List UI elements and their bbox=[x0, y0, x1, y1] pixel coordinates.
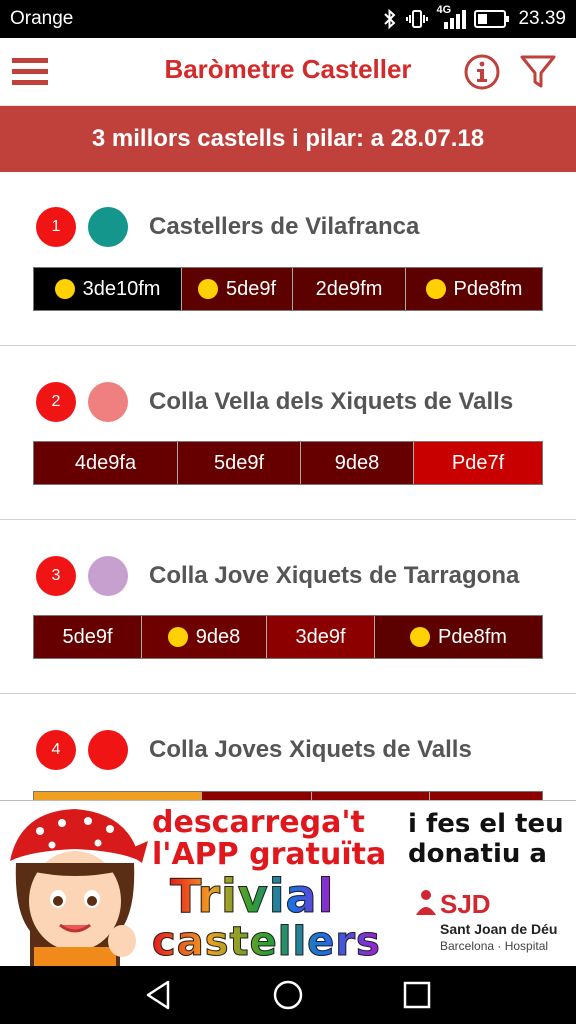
castell-tile[interactable]: 9de8 bbox=[301, 442, 414, 484]
recents-icon bbox=[403, 981, 431, 1009]
castell-tile[interactable]: 4de9fa bbox=[34, 442, 178, 484]
home-icon bbox=[273, 980, 303, 1010]
achievement-dot-icon bbox=[197, 279, 218, 299]
ranking-banner: 3 millors castells i pilar: a 28.07.18 bbox=[0, 106, 576, 172]
castells-row: 5de9f 9de8 3de9f Pde8fm bbox=[33, 615, 543, 659]
info-icon bbox=[464, 54, 500, 90]
ad-banner[interactable]: descarrega't l'APP gratuïta Trivial cast… bbox=[0, 800, 576, 966]
castell-label: 5de9f bbox=[225, 277, 277, 300]
back-button[interactable] bbox=[142, 978, 176, 1012]
team-name[interactable]: Castellers de Vilafranca bbox=[149, 213, 419, 241]
ad-product-1: Trivial bbox=[169, 869, 335, 924]
team-name[interactable]: Colla Jove Xiquets de Tarragona bbox=[149, 562, 519, 590]
sjd-emblem-icon bbox=[416, 890, 436, 915]
castell-label: Pde8fm bbox=[438, 625, 507, 648]
castell-label: 5de9f bbox=[213, 451, 265, 474]
castell-label: Pde8fm bbox=[453, 277, 523, 300]
castell-tile[interactable] bbox=[312, 792, 430, 800]
achievement-dot-icon bbox=[410, 627, 431, 647]
castell-label: 3de9f bbox=[295, 625, 346, 648]
info-button[interactable] bbox=[462, 52, 502, 92]
ad-headline-2: l'APP gratuïta bbox=[152, 837, 387, 872]
castell-tile[interactable]: 9de8 bbox=[142, 616, 267, 658]
signal-icon bbox=[444, 10, 467, 29]
status-bar: Orange 4G 23.39 bbox=[0, 0, 576, 38]
sjd-logo: SJD bbox=[440, 889, 491, 919]
team-name[interactable]: Colla Vella dels Xiquets de Valls bbox=[149, 388, 513, 416]
carrier-label: Orange bbox=[10, 8, 74, 29]
back-icon bbox=[146, 980, 170, 1010]
castell-tile[interactable]: Pde8fm bbox=[406, 268, 542, 310]
ad-headline-1: descarrega't bbox=[152, 805, 365, 840]
rank-badge: 4 bbox=[36, 730, 76, 770]
status-icons: 4G 23.39 bbox=[382, 4, 566, 30]
home-button[interactable] bbox=[271, 978, 305, 1012]
castell-label: 9de8 bbox=[195, 625, 241, 648]
castell-tile[interactable]: 2de9fm bbox=[293, 268, 406, 310]
castells-row bbox=[33, 791, 543, 800]
ranking-list[interactable]: 1 Castellers de Vilafranca 3de10fm 5de9f… bbox=[0, 172, 576, 800]
team-entry[interactable]: 3 Colla Jove Xiquets de Tarragona 5de9f … bbox=[0, 520, 576, 694]
team-entry[interactable]: 1 Castellers de Vilafranca 3de10fm 5de9f… bbox=[0, 172, 576, 346]
castell-tile[interactable]: Pde8fm bbox=[375, 616, 542, 658]
castell-label: 5de9f bbox=[62, 625, 113, 648]
castell-label: 3de10fm bbox=[82, 277, 161, 300]
team-color-dot bbox=[88, 382, 128, 422]
achievement-dot-icon bbox=[425, 279, 446, 299]
castell-label: 4de9fa bbox=[74, 451, 137, 474]
team-entry[interactable]: 4 Colla Joves Xiquets de Valls bbox=[0, 694, 576, 800]
vibrate-icon bbox=[406, 10, 429, 28]
sjd-org-name: Sant Joan de Déu bbox=[440, 921, 558, 937]
rank-badge: 2 bbox=[36, 382, 76, 422]
clock: 23.39 bbox=[518, 8, 566, 29]
menu-icon bbox=[12, 58, 48, 85]
castells-row: 4de9fa 5de9f 9de8 Pde7f bbox=[33, 441, 543, 485]
mascot-girl-icon bbox=[10, 809, 148, 966]
castell-tile[interactable]: 5de9f bbox=[178, 442, 301, 484]
team-color-dot bbox=[88, 207, 128, 247]
castell-tile[interactable]: 5de9f bbox=[182, 268, 293, 310]
rank-badge: 3 bbox=[36, 556, 76, 596]
sjd-org-sub: Barcelona · Hospital bbox=[440, 939, 549, 953]
castell-tile[interactable]: 3de9f bbox=[267, 616, 375, 658]
team-entry[interactable]: 2 Colla Vella dels Xiquets de Valls 4de9… bbox=[0, 346, 576, 520]
team-name[interactable]: Colla Joves Xiquets de Valls bbox=[149, 736, 472, 764]
ad-side-text-1: i fes el teu bbox=[408, 809, 564, 839]
rank-badge: 1 bbox=[36, 207, 76, 247]
filter-button[interactable] bbox=[518, 52, 558, 92]
castells-row: 3de10fm 5de9f 2de9fm Pde8fm bbox=[33, 267, 543, 311]
ad-side-text-2: donatiu a bbox=[408, 839, 547, 869]
castell-tile[interactable]: 5de9f bbox=[34, 616, 142, 658]
castell-tile[interactable] bbox=[202, 792, 312, 800]
signal-indicator: 4G bbox=[436, 4, 467, 30]
castell-label: 2de9fm bbox=[315, 277, 383, 300]
team-color-dot bbox=[88, 556, 128, 596]
ad-product-2: castellers bbox=[152, 919, 381, 966]
filter-icon bbox=[520, 55, 556, 88]
team-color-dot bbox=[88, 730, 128, 770]
system-nav-bar bbox=[0, 966, 576, 1024]
menu-button[interactable] bbox=[12, 56, 50, 88]
recents-button[interactable] bbox=[400, 978, 434, 1012]
app-bar: Baròmetre Casteller bbox=[0, 38, 576, 106]
castell-label: Pde7f bbox=[451, 451, 505, 474]
battery-icon bbox=[474, 10, 510, 28]
castell-tile[interactable] bbox=[34, 792, 202, 800]
castell-label: 9de8 bbox=[334, 451, 380, 474]
bluetooth-icon bbox=[384, 8, 396, 30]
castell-tile[interactable] bbox=[430, 792, 542, 800]
achievement-dot-icon bbox=[54, 279, 75, 299]
achievement-dot-icon bbox=[167, 627, 188, 647]
castell-tile[interactable]: 3de10fm bbox=[34, 268, 182, 310]
castell-tile[interactable]: Pde7f bbox=[414, 442, 542, 484]
